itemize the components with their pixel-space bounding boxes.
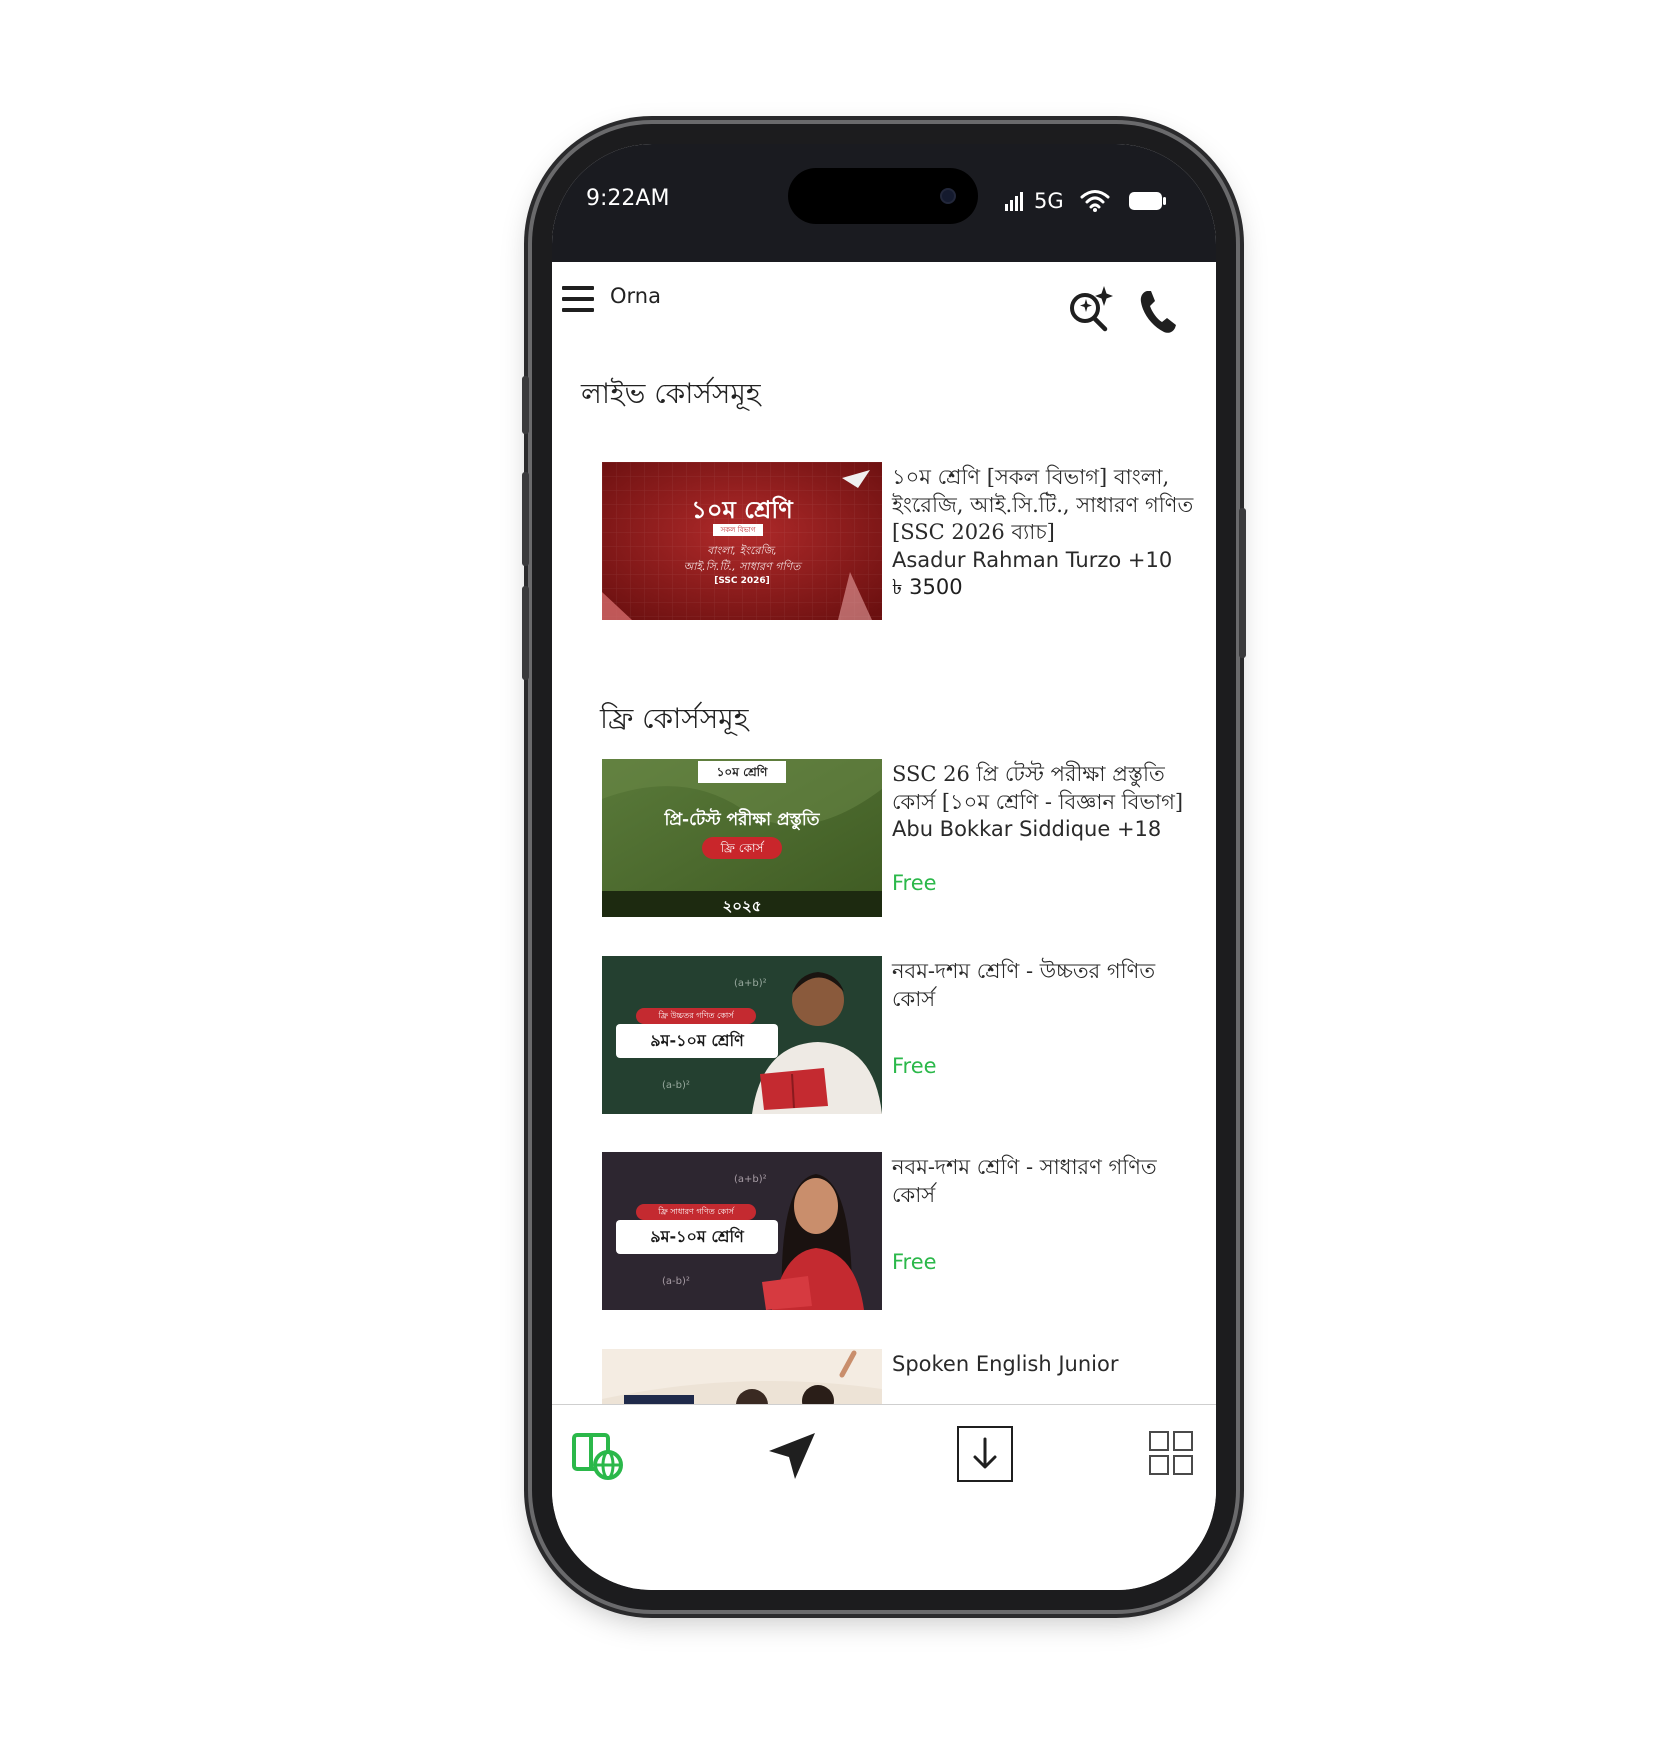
app-title: Orna — [610, 284, 661, 308]
thumb-tag: সকল বিভাগ — [713, 524, 763, 536]
thumb-tag: ফ্রি সাধারণ গণিত কোর্স — [636, 1204, 756, 1220]
course-title: Spoken English Junior — [892, 1352, 1119, 1376]
live-course-card[interactable]: ১০ম শ্রেণি সকল বিভাগ বাংলা, ইংরেজি, আই.স… — [602, 462, 1202, 620]
course-instructors: Abu Bokkar Siddique +18 — [892, 817, 1162, 841]
volume-up-button — [522, 472, 529, 566]
status-bar: 9:22AM 5G — [552, 144, 1216, 262]
phone-icon[interactable] — [1138, 288, 1178, 336]
wifi-icon — [1080, 190, 1110, 212]
camera-icon — [940, 188, 956, 204]
network-type: 5G — [1034, 189, 1064, 213]
course-title: SSC 26 প্রি টেস্ট পরীক্ষা প্রস্তুতি কোর্… — [892, 762, 1184, 814]
thumb-formula1: (a+b)² — [734, 1174, 767, 1185]
screen: 9:22AM 5G Orna লাইভ কোর্সসমূহ ১০ম শ্রেণি… — [552, 144, 1216, 1590]
course-list[interactable]: লাইভ কোর্সসমূহ ১০ম শ্রেণি সকল বিভাগ বাংল… — [552, 358, 1216, 1404]
course-title: ১০ম শ্রেণি [সকল বিভাগ] বাংলা, ইংরেজি, আই… — [892, 465, 1194, 544]
power-button — [1239, 508, 1246, 658]
action-button — [522, 376, 529, 434]
course-thumbnail — [602, 1349, 882, 1404]
thumb-pill: ফ্রি কোর্স — [702, 837, 782, 859]
thumb-formula2: (a-b)² — [662, 1276, 690, 1287]
battery-icon — [1128, 192, 1166, 210]
live-courses-heading: লাইভ কোর্সসমূহ — [581, 377, 761, 410]
volume-down-button — [522, 586, 529, 680]
status-time: 9:22AM — [586, 186, 670, 211]
thumb-heading: প্রি-টেস্ট পরীক্ষা প্রস্তুতি — [664, 810, 820, 830]
course-thumbnail: ১০ম শ্রেণি সকল বিভাগ বাংলা, ইংরেজি, আই.স… — [602, 462, 882, 620]
menu-icon[interactable] — [562, 286, 594, 314]
courses-globe-icon[interactable] — [572, 1431, 626, 1481]
status-icons: 5G — [1004, 186, 1168, 216]
course-title: নবম-দশম শ্রেণি - উচ্চতর গণিত কোর্স — [892, 959, 1156, 1011]
dynamic-island — [788, 168, 978, 224]
thumb-label: ৯ম-১০ম শ্রেণি — [616, 1220, 778, 1254]
course-info: Spoken English Junior — [892, 1351, 1202, 1379]
thumb-formula1: (a+b)² — [734, 978, 767, 989]
thumb-year: ২০২৫ — [722, 897, 762, 915]
phone-frame: 9:22AM 5G Orna লাইভ কোর্সসমূহ ১০ম শ্রেণি… — [522, 124, 1246, 1610]
course-info: নবম-দশম শ্রেণি - সাধারণ গণিত কোর্স Free — [892, 1154, 1202, 1274]
course-instructors: Asadur Rahman Turzo +10 — [892, 547, 1173, 572]
send-arrow-icon[interactable] — [765, 1429, 819, 1483]
thumb-badge: ১০ম শ্রেণি — [698, 761, 786, 783]
course-thumbnail: ফ্রি উচ্চতর গণিত কোর্স ৯ম-১০ম শ্রেণি (a+… — [602, 956, 882, 1114]
free-course-card[interactable]: Spoken English Junior — [602, 1349, 1202, 1404]
course-thumbnail: ফ্রি সাধারণ গণিত কোর্স ৯ম-১০ম শ্রেণি (a+… — [602, 1152, 882, 1310]
app-bar: Orna — [552, 262, 1216, 358]
signal-icon — [1005, 192, 1023, 211]
course-info: SSC 26 প্রি টেস্ট পরীক্ষা প্রস্তুতি কোর্… — [892, 761, 1202, 895]
course-info: ১০ম শ্রেণি [সকল বিভাগ] বাংলা, ইংরেজি, আই… — [892, 464, 1202, 602]
thumb-line3: [SSC 2026] — [714, 576, 770, 586]
course-price: Free — [892, 1054, 937, 1078]
free-course-card[interactable]: ফ্রি উচ্চতর গণিত কোর্স ৯ম-১০ম শ্রেণি (a+… — [602, 956, 1202, 1114]
course-price: Free — [892, 1250, 937, 1274]
thumb-tag: ফ্রি উচ্চতর গণিত কোর্স — [636, 1008, 756, 1024]
course-price: Free — [892, 871, 937, 895]
course-price: ৳ 3500 — [892, 575, 963, 599]
course-thumbnail: ১০ম শ্রেণি প্রি-টেস্ট পরীক্ষা প্রস্তুতি … — [602, 759, 882, 917]
thumb-label: ৯ম-১০ম শ্রেণি — [616, 1024, 778, 1058]
free-course-card[interactable]: ১০ম শ্রেণি প্রি-টেস্ট পরীক্ষা প্রস্তুতি … — [602, 759, 1202, 917]
grid-menu-icon[interactable] — [1149, 1431, 1193, 1475]
thumb-formula2: (a-b)² — [662, 1080, 690, 1091]
download-icon[interactable] — [956, 1425, 1014, 1483]
free-course-card[interactable]: ফ্রি সাধারণ গণিত কোর্স ৯ম-১০ম শ্রেণি (a+… — [602, 1152, 1202, 1310]
thumb-line2: আই.সি.টি., সাধারণ গণিত — [683, 560, 801, 573]
free-courses-heading: ফ্রি কোর্সসমূহ — [600, 702, 749, 735]
ai-search-icon[interactable] — [1066, 284, 1114, 334]
course-info: নবম-দশম শ্রেণি - উচ্চতর গণিত কোর্স Free — [892, 958, 1202, 1078]
course-title: নবম-দশম শ্রেণি - সাধারণ গণিত কোর্স — [892, 1155, 1157, 1207]
bottom-nav — [552, 1404, 1216, 1590]
